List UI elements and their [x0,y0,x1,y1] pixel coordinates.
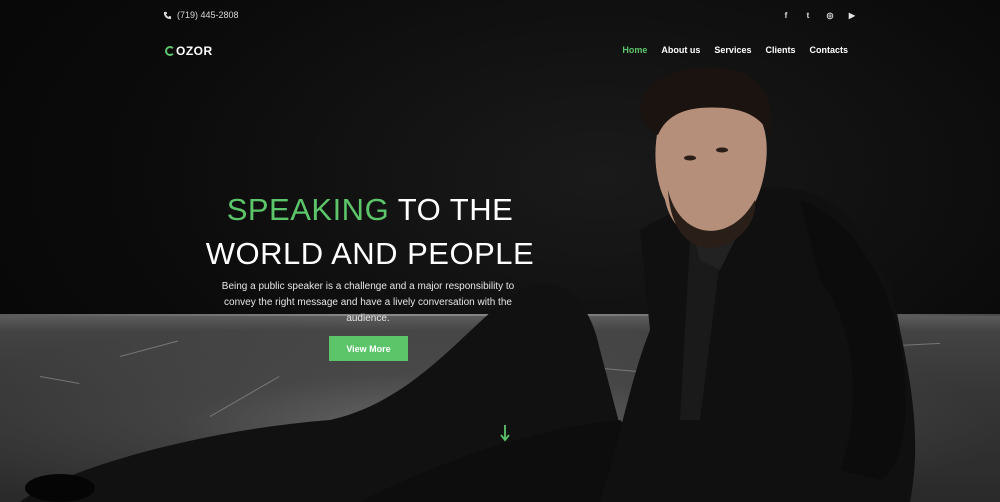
headline-line1-rest: TO THE [389,192,514,227]
youtube-icon[interactable]: ▶ [846,9,858,21]
social-links: f t ◎ ▶ [780,9,858,21]
nav-item-home[interactable]: Home [622,45,647,55]
scroll-down-arrow-icon[interactable] [499,424,511,442]
hero-description: Being a public speaker is a challenge an… [221,281,515,324]
instagram-icon[interactable]: ◎ [824,9,836,21]
site-logo[interactable]: OZOR [165,44,213,58]
headline-highlight: SPEAKING [226,192,390,227]
hero-section: (719) 445-2808 f t ◎ ▶ OZOR Home About u… [0,0,1000,502]
facebook-icon[interactable]: f [780,9,792,21]
main-navigation: Home About us Services Clients Contacts [622,45,848,55]
logo-text: OZOR [176,44,213,58]
nav-item-contacts[interactable]: Contacts [809,45,848,55]
nav-item-services[interactable]: Services [714,45,751,55]
hero-headline: SPEAKING TO THE WORLD AND PEOPLE [150,188,590,276]
top-bar: (719) 445-2808 f t ◎ ▶ [0,0,1000,32]
twitter-icon[interactable]: t [802,9,814,21]
logo-mark-icon [165,46,175,56]
phone-contact[interactable]: (719) 445-2808 [163,10,239,20]
nav-item-clients[interactable]: Clients [765,45,795,55]
view-more-button[interactable]: View More [329,336,408,361]
phone-number: (719) 445-2808 [177,10,239,20]
headline-line2: WORLD AND PEOPLE [205,236,535,271]
phone-icon [163,11,172,19]
nav-item-about-us[interactable]: About us [661,45,700,55]
